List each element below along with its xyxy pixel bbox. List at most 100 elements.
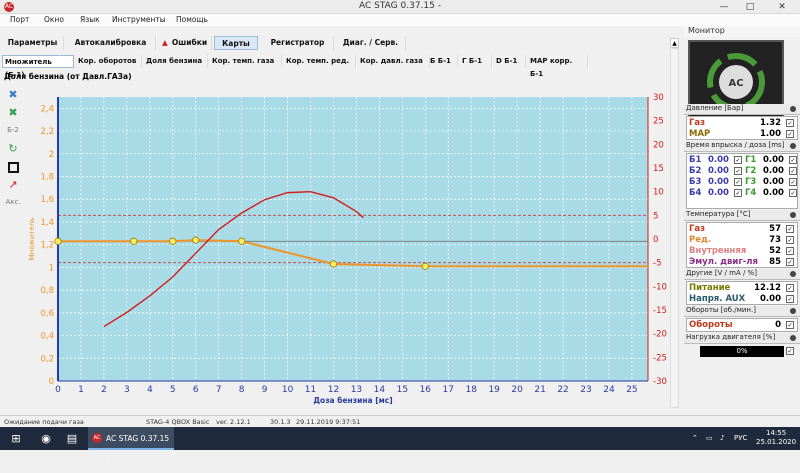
y-right-tick-label: -15	[653, 306, 667, 316]
tab-recorder[interactable]: Регистратор	[262, 36, 334, 50]
tab-map-correction-b1[interactable]: MAP корр. Б-1	[528, 55, 588, 78]
multiplier-point[interactable]	[54, 237, 62, 245]
x-tick-label: 12	[328, 385, 339, 395]
temperature-value: 52	[769, 246, 781, 256]
y-right-tick-label: -20	[653, 330, 667, 340]
chrome-icon[interactable]: ◉	[36, 430, 56, 447]
monitor-panel: Монитор AC Давление [Бар] Газ 1.32 ✓ MAP 1…	[684, 26, 800, 408]
bank2-button[interactable]: Б-2	[4, 126, 22, 142]
section-pressure-dot-icon	[790, 106, 796, 112]
multiplier-point[interactable]	[329, 260, 338, 268]
multiplier-point[interactable]	[238, 237, 246, 245]
tab-parameters[interactable]: Параметры	[2, 36, 64, 50]
x-tick-label: 15	[397, 385, 408, 395]
windows-start-icon[interactable]: ⊞	[6, 430, 26, 447]
temperature-checkbox[interactable]: ✓	[786, 236, 794, 244]
injector-petrol-checkbox[interactable]: ✓	[734, 156, 742, 164]
pressure-map-checkbox[interactable]: ✓	[786, 130, 794, 138]
tab-g-b1[interactable]: Г Б-1	[460, 55, 492, 68]
tab-gas-temp-correction[interactable]: Кор. темп. газа	[210, 55, 282, 68]
pressure-gas-checkbox[interactable]: ✓	[786, 119, 794, 127]
main-tabs: Параметры Автокалибровка ▲ Ошибки Карты …	[0, 36, 670, 51]
chart-area: 0 1 2 3 4 5 6 7 8 9 10 11 12 13 14 15 16 17 18 19 20 21 22 23 24…	[22, 85, 688, 408]
injector-petrol-value: 0.00	[708, 155, 729, 165]
x-tick-label: 4	[147, 385, 153, 395]
aux-button[interactable]: Акс.	[4, 198, 22, 214]
other-aux-value: 0.00	[760, 294, 781, 304]
menu-help[interactable]: Помощь	[176, 15, 208, 24]
maximize-button[interactable]: □	[738, 0, 762, 14]
menu-tools[interactable]: Инструменты	[112, 15, 166, 24]
injector-petrol-checkbox[interactable]: ✓	[734, 189, 742, 197]
tray-volume-icon[interactable]: ♪	[720, 434, 724, 442]
square-glyph	[7, 162, 19, 173]
tab-petrol-share[interactable]: Доля бензина	[144, 55, 208, 68]
x-tick-label: 0	[55, 385, 61, 395]
close-button[interactable]: ✕	[770, 0, 794, 14]
y-left-tick-label: 0	[49, 377, 54, 387]
minimize-button[interactable]: —	[712, 0, 736, 14]
pressure-gas-row: Газ 1.32	[689, 118, 781, 129]
tab-diag-service[interactable]: Диаг. / Серв.	[336, 36, 406, 50]
monitor-title: Монитор	[684, 26, 800, 37]
tray-time: 14:55	[766, 429, 787, 437]
rpm-checkbox[interactable]: ✓	[786, 321, 794, 329]
clear-blue-icon[interactable]: ✖	[4, 88, 22, 104]
section-temperature: Температура [°C]	[684, 210, 800, 221]
injector-gas-checkbox[interactable]: ✓	[789, 178, 797, 186]
clear-green-icon[interactable]: ✖	[4, 106, 22, 122]
tab-autocalibration[interactable]: Автокалибровка	[66, 36, 156, 50]
tab-b-b1[interactable]: Б Б-1	[428, 55, 458, 68]
menu-window[interactable]: Окно	[44, 15, 64, 24]
taskbar-app-stag[interactable]: AC AC STAG 0.37.15 -	[88, 427, 174, 466]
multiplier-point[interactable]	[169, 237, 177, 245]
tab-gas-pressure-correction[interactable]: Кор. давл. газа	[358, 55, 430, 68]
other-aux-checkbox[interactable]: ✓	[786, 295, 794, 303]
y-right-tick-label: 30	[653, 93, 664, 103]
title-bar: AC AC STAG 0.37.15 - — □ ✕	[0, 0, 800, 14]
tray-language[interactable]: РУС	[734, 434, 747, 442]
section-rpm: Обороты [об./мин.]	[684, 306, 800, 317]
menu-language[interactable]: Язык	[80, 15, 100, 24]
refresh-icon[interactable]: ↻	[4, 142, 22, 158]
chart-icon[interactable]: ↗	[4, 178, 22, 194]
menu-port[interactable]: Порт	[10, 15, 29, 24]
temperature-value: 57	[769, 224, 781, 234]
temperature-checkbox[interactable]: ✓	[786, 225, 794, 233]
injector-petrol-checkbox[interactable]: ✓	[734, 178, 742, 186]
section-injection: Время впрыска / доза [ms]	[684, 141, 800, 152]
x-tick-label: 22	[557, 385, 568, 395]
multiplier-point[interactable]	[130, 237, 138, 245]
multiplier-point[interactable]	[421, 262, 429, 270]
tab-rpm-correction[interactable]: Кор. оборотов	[76, 55, 142, 68]
tray-network-icon[interactable]: ▭	[706, 434, 713, 442]
injector-gas-label: Г1	[745, 155, 757, 165]
chart-svg[interactable]: 0 1 2 3 4 5 6 7 8 9 10 11 12 13 14 15 16 17 18 19 20 21 22 23 24…	[22, 85, 688, 408]
x-tick-label: 11	[305, 385, 316, 395]
x-tick-label: 3	[124, 385, 130, 395]
square-icon[interactable]	[4, 160, 22, 176]
temperature-checkbox[interactable]: ✓	[786, 247, 794, 255]
x-tick-label: 1	[78, 385, 84, 395]
tab-errors[interactable]: ▲ Ошибки	[158, 36, 212, 50]
injector-gas-checkbox[interactable]: ✓	[789, 167, 797, 175]
injector-gas-checkbox[interactable]: ✓	[789, 189, 797, 197]
scrollbar[interactable]	[670, 48, 679, 408]
injector-gas-checkbox[interactable]: ✓	[789, 156, 797, 164]
tab-multiplier-b1[interactable]: Множитель (Б-1)	[2, 55, 74, 79]
other-power-checkbox[interactable]: ✓	[786, 284, 794, 292]
file-explorer-icon[interactable]: ▤	[62, 430, 82, 447]
tray-arrow-icon[interactable]: ⌃	[692, 434, 698, 442]
temperature-checkbox[interactable]: ✓	[786, 258, 794, 266]
x-tick-label: 8	[239, 385, 245, 395]
multiplier-point[interactable]	[192, 236, 200, 244]
scroll-up-button[interactable]: ▲	[670, 38, 679, 48]
y-right-tick-label: 25	[653, 117, 664, 127]
tab-d-b1[interactable]: D Б-1	[494, 55, 526, 68]
y-left-tick-label: 2,2	[40, 127, 54, 137]
load-checkbox[interactable]: ✓	[786, 347, 794, 355]
tab-maps[interactable]: Карты	[214, 36, 258, 50]
y-left-tick-label: 0,2	[40, 354, 54, 364]
injector-petrol-checkbox[interactable]: ✓	[734, 167, 742, 175]
tab-reducer-temp-correction[interactable]: Кор. темп. ред.	[284, 55, 356, 68]
